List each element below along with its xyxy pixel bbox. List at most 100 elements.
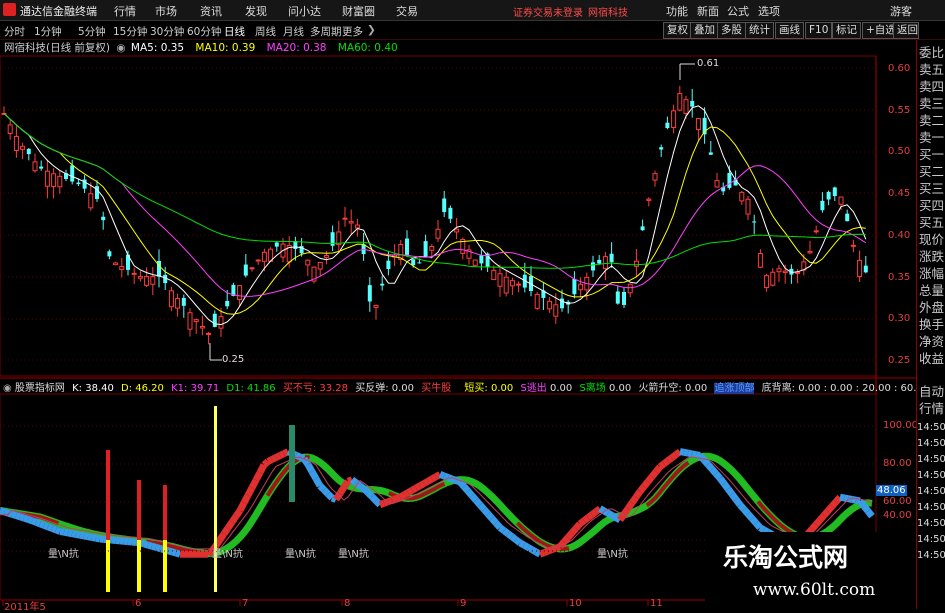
- fast-ribbon-segment: [644, 482, 648, 487]
- period-tab[interactable]: 1分钟: [34, 24, 62, 39]
- fast-ribbon-segment: [340, 487, 344, 493]
- price-tick: 0.45: [888, 188, 910, 199]
- fast-ribbon-segment: [568, 533, 572, 538]
- price-tick: 0.50: [888, 146, 910, 157]
- period-tab[interactable]: 15分钟: [113, 24, 147, 39]
- fast-ribbon-segment: [688, 453, 692, 454]
- candle-body: [758, 254, 762, 268]
- app-name: 通达信金融终端: [20, 3, 97, 19]
- fast-ribbon-segment: [812, 525, 816, 530]
- fast-ribbon-segment: [48, 527, 52, 529]
- candle-body: [132, 273, 136, 274]
- fast-ribbon-segment: [424, 481, 428, 483]
- buy-signal-bar: [137, 480, 141, 540]
- ma5-line: [4, 106, 866, 325]
- fast-ribbon-segment: [88, 537, 92, 538]
- fast-ribbon-segment: [524, 545, 528, 547]
- fast-ribbon-segment: [20, 517, 24, 518]
- menu-function[interactable]: 功能: [666, 3, 688, 19]
- fast-ribbon-segment: [588, 515, 592, 518]
- menu-discover[interactable]: 发现: [245, 3, 267, 19]
- mark-button[interactable]: 标记: [832, 22, 861, 39]
- period-tab[interactable]: 分时: [4, 24, 25, 39]
- fast-ribbon-segment: [416, 486, 420, 488]
- fast-ribbon-segment: [260, 465, 264, 473]
- fast-ribbon-segment: [476, 500, 480, 505]
- candle-body: [641, 226, 645, 230]
- menu-new-page[interactable]: 新面: [697, 3, 719, 19]
- fast-ribbon-segment: [840, 497, 844, 498]
- period-tab[interactable]: 多周期: [310, 24, 342, 39]
- buy-signal-base: [163, 540, 167, 592]
- candle-body: [275, 242, 279, 246]
- fast-ribbon-segment: [4, 512, 8, 513]
- time-tick: 7: [242, 598, 248, 609]
- candle-body: [176, 299, 180, 309]
- menu-news[interactable]: 资讯: [200, 3, 222, 19]
- stats-button[interactable]: 统计: [745, 22, 774, 39]
- signal-label: 量\N抗: [212, 545, 243, 560]
- candle-body: [33, 162, 37, 171]
- fast-ribbon-segment: [580, 521, 584, 524]
- guest-label[interactable]: 游客: [890, 3, 910, 19]
- fast-ribbon-segment: [576, 524, 580, 529]
- menu-xiaoda[interactable]: 问小达: [288, 3, 321, 19]
- fast-ribbon-segment: [624, 509, 628, 515]
- candle-body: [52, 174, 56, 187]
- menu-trade[interactable]: 交易: [396, 3, 418, 19]
- period-tab-active[interactable]: 日线: [224, 24, 245, 39]
- indicator-name[interactable]: 股票指标网: [15, 383, 65, 394]
- period-tab[interactable]: 5分钟: [78, 24, 106, 39]
- candle-body: [684, 100, 688, 114]
- ma10-line: [4, 113, 866, 314]
- candle-body: [610, 254, 614, 262]
- overlay-button[interactable]: 叠加: [690, 22, 719, 39]
- candle-body: [498, 274, 502, 286]
- candle-body: [256, 260, 260, 261]
- period-tab[interactable]: 周线: [255, 24, 276, 39]
- candle-body: [244, 265, 248, 276]
- watermark-title: 乐淘公式网: [723, 538, 848, 574]
- fast-ribbon-segment: [608, 513, 612, 515]
- multi-stock-button[interactable]: 多股: [717, 22, 746, 39]
- period-tab[interactable]: 月线: [283, 24, 304, 39]
- bounce-value: 买反弹: 0.00: [355, 383, 414, 394]
- candle-body: [368, 285, 372, 301]
- panel-label[interactable]: 行情: [919, 401, 944, 416]
- menu-formula[interactable]: 公式: [727, 3, 749, 19]
- period-tab-more[interactable]: 更多: [342, 24, 363, 39]
- period-tab[interactable]: 60分钟: [187, 24, 221, 39]
- fast-ribbon-segment: [148, 545, 152, 546]
- candle-body: [21, 146, 25, 149]
- fast-ribbon-segment: [696, 455, 700, 456]
- back-button[interactable]: 返回: [893, 22, 919, 39]
- candle-body: [597, 260, 601, 264]
- login-warning[interactable]: 证券交易未登录: [513, 4, 583, 19]
- panel-label: 卖一: [919, 130, 944, 145]
- fast-ribbon-segment: [472, 496, 476, 501]
- candle-body: [343, 218, 347, 219]
- candle-body: [647, 199, 651, 200]
- chevron-right-icon[interactable]: ❯: [367, 24, 376, 36]
- candle-body: [213, 314, 217, 327]
- chart-area[interactable]: [0, 40, 916, 609]
- candle-body: [430, 247, 434, 251]
- adjust-button[interactable]: 复权: [663, 22, 692, 39]
- draw-line-button[interactable]: 画线: [775, 22, 804, 39]
- candle-body: [89, 194, 93, 208]
- menu-wealth[interactable]: 财富圈: [342, 3, 375, 19]
- panel-label[interactable]: 自动: [919, 384, 944, 399]
- fast-ribbon-segment: [676, 452, 680, 455]
- price-tick: 0.25: [888, 355, 910, 366]
- panel-label[interactable]: 委比: [919, 45, 944, 60]
- candle-body: [200, 327, 204, 328]
- settings-circle-icon[interactable]: ◉: [3, 383, 12, 394]
- candle-body: [510, 281, 514, 286]
- f10-button[interactable]: F10: [805, 22, 832, 39]
- candle-body: [858, 260, 862, 276]
- menu-market[interactable]: 市场: [155, 3, 177, 19]
- menu-quotes[interactable]: 行情: [114, 3, 136, 19]
- menu-options[interactable]: 选项: [758, 3, 780, 19]
- period-tab[interactable]: 30分钟: [150, 24, 184, 39]
- indicator-tick: 100.00: [883, 420, 918, 431]
